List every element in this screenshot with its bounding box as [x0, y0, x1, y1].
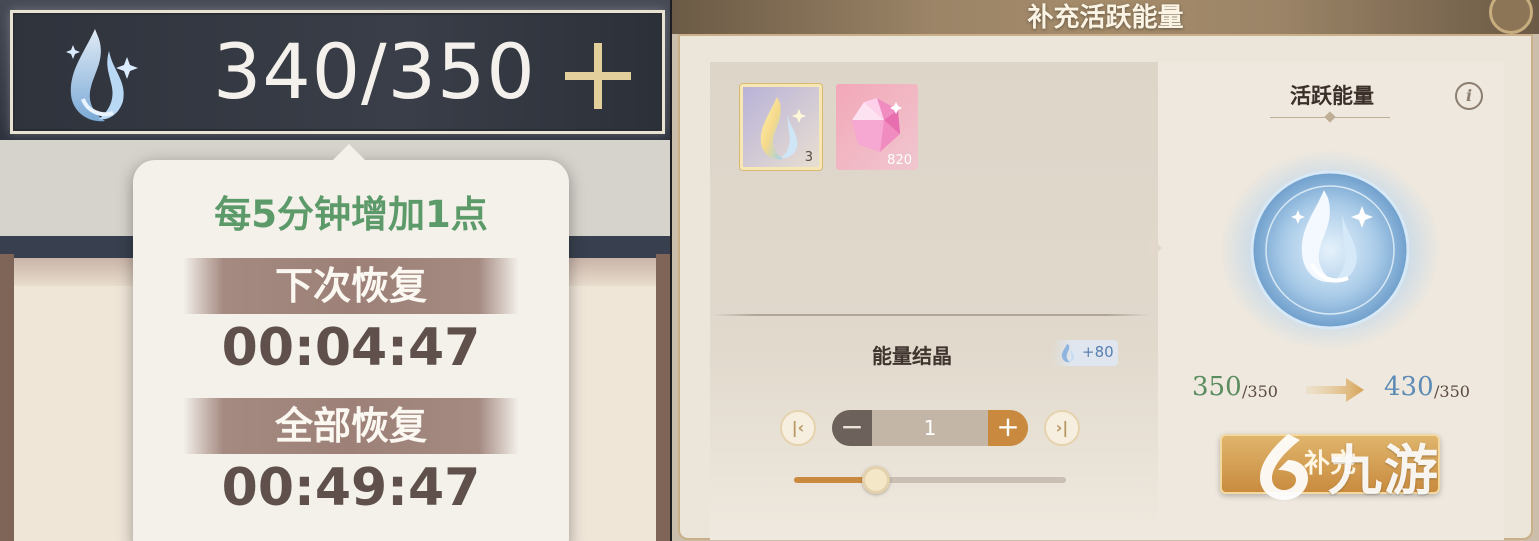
energy-bonus-chip: +80 — [1052, 340, 1118, 366]
skip-to-start-icon: |‹ — [791, 418, 805, 437]
next-recovery-time: 00:04:47 — [221, 318, 481, 378]
energy-crystal-icon — [53, 21, 145, 129]
divider-arrow — [1150, 236, 1162, 260]
title-bar: 补充活跃能量 — [672, 0, 1539, 34]
selected-item-name: 能量结晶 — [872, 344, 952, 368]
decrease-button[interactable]: − — [832, 410, 872, 446]
energy-crystal-large-icon — [1220, 150, 1440, 350]
energy-bonus-value: +80 — [1082, 343, 1114, 361]
energy-title: 活跃能量 — [1290, 84, 1374, 108]
plus-icon-vertical — [594, 43, 602, 109]
quantity-slider[interactable] — [794, 466, 1066, 494]
info-icon[interactable]: i — [1455, 82, 1483, 110]
full-recovery-time: 00:49:47 — [221, 458, 481, 518]
watermark: 九游 — [1248, 426, 1518, 506]
watermark-text: 九游 — [1328, 439, 1440, 502]
energy-count: 340/350 — [213, 27, 536, 116]
skip-to-end-icon: ›| — [1055, 418, 1069, 437]
dialog-title: 补充活跃能量 — [1027, 3, 1184, 33]
item-count: 820 — [887, 153, 912, 168]
new-energy-value: 430 — [1384, 372, 1434, 402]
item-slot-gem[interactable]: 820 — [836, 84, 918, 170]
energy-small-icon — [1061, 344, 1075, 363]
quantity-stepper[interactable]: − 1 + — [832, 410, 1028, 446]
add-energy-button[interactable] — [565, 43, 631, 109]
current-energy-value: 350 — [1192, 372, 1242, 402]
current-energy-max: /350 — [1242, 382, 1278, 401]
new-energy-max: /350 — [1434, 382, 1470, 401]
energy-bar[interactable]: 340/350 — [10, 10, 665, 134]
right-rail — [656, 254, 670, 541]
recovery-tooltip: 每5分钟增加1点 下次恢复 00:04:47 全部恢复 00:49:47 — [133, 144, 569, 541]
watermark-logo-icon — [1260, 434, 1308, 500]
slider-handle[interactable] — [861, 466, 890, 494]
plus-icon: + — [996, 410, 1020, 443]
arrow-right-icon — [1306, 378, 1364, 402]
item-count: 3 — [804, 150, 813, 165]
left-rail — [0, 254, 14, 541]
increase-button[interactable]: + — [988, 410, 1028, 446]
energy-status-view: 340/350 每5分钟增加1点 下次恢复 00:04:47 全部恢复 00:4… — [0, 0, 670, 541]
quantity-value: 1 — [923, 416, 937, 440]
section-divider — [712, 314, 1150, 316]
max-quantity-button[interactable]: ›| — [1044, 410, 1080, 446]
full-recovery-label: 全部恢复 — [183, 398, 519, 454]
next-recovery-label: 下次恢复 — [183, 258, 519, 314]
energy-exchange-row: 350 /350 430 /350 — [1178, 368, 1488, 414]
recovery-rate-text: 每5分钟增加1点 — [214, 193, 488, 236]
item-slot-energy-crystal[interactable]: 3 — [740, 84, 822, 170]
minus-icon: − — [840, 410, 864, 443]
min-quantity-button[interactable]: |‹ — [780, 410, 816, 446]
tooltip-arrow — [333, 144, 365, 160]
